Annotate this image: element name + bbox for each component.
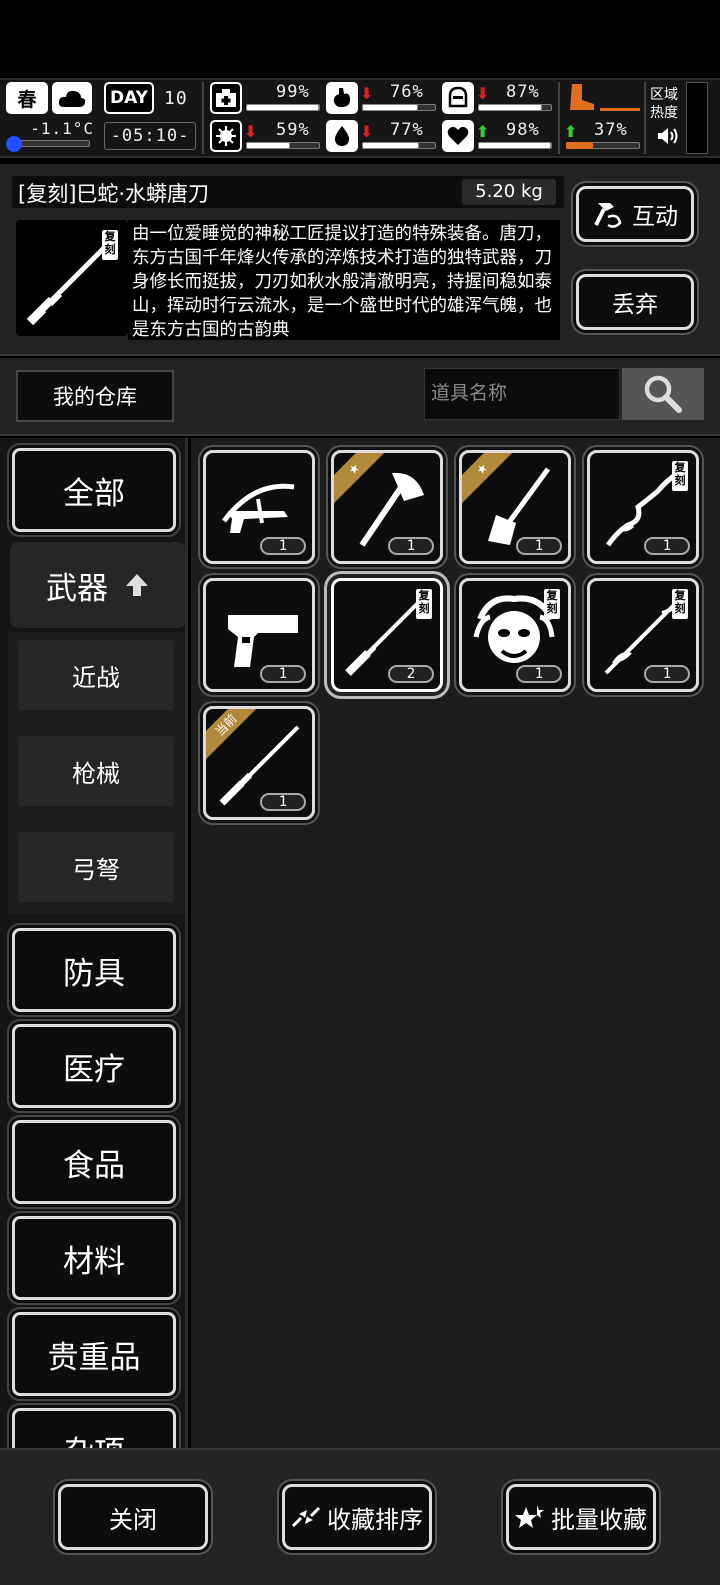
item-preview: 复刻: [16, 220, 128, 336]
virus-bar: [246, 142, 290, 149]
item-count: 1: [260, 537, 306, 555]
health-bar: [246, 104, 319, 111]
heat-meter: [686, 82, 708, 154]
hunger-trend-icon: ⬇: [360, 84, 374, 103]
item-info-panel: [复刻]巳蛇·水蟒唐刀 5.20 kg 复刻 由一位爱睡觉的神秘工匠提议打造的特…: [0, 164, 720, 356]
item-tag: 复刻: [672, 461, 688, 491]
heart-bar: [478, 142, 551, 149]
category-medical[interactable]: 医疗: [12, 1024, 176, 1108]
cloud-icon: [52, 82, 92, 114]
virus-value: 59%: [276, 120, 310, 140]
stamina-bar: [566, 142, 593, 149]
item-description-box[interactable]: 由一位爱睡觉的神秘工匠提议打造的特殊装备。唐刀，东方古国千年烽火传承的淬炼技术打…: [128, 220, 560, 340]
heart-value: 98%: [506, 120, 540, 140]
category-all[interactable]: 全部: [12, 448, 176, 532]
stamina-trend-icon: ⬆: [564, 122, 578, 141]
health-value: 99%: [276, 82, 310, 102]
category-weapons[interactable]: 武器: [10, 542, 185, 628]
batch-favorite-button[interactable]: 批量收藏: [506, 1484, 656, 1550]
item-slot-serpent-blade[interactable]: 复刻 1: [587, 450, 699, 564]
health-icon: [210, 82, 242, 114]
armor-trend-icon: ⬇: [476, 84, 490, 103]
category-valuables[interactable]: 贵重品: [12, 1312, 176, 1396]
speaker-icon[interactable]: [656, 126, 680, 150]
item-description: 由一位爱睡觉的神秘工匠提议打造的特殊装备。唐刀，东方古国千年烽火传承的淬炼技术打…: [132, 224, 552, 340]
thirst-trend-icon: ⬇: [360, 122, 374, 141]
category-materials[interactable]: 材料: [12, 1216, 176, 1300]
item-slot-desert-eagle[interactable]: 1: [203, 578, 315, 692]
item-count: 1: [516, 665, 562, 683]
item-count: 1: [388, 537, 434, 555]
close-button[interactable]: 关闭: [58, 1484, 208, 1550]
stars-icon: [515, 1505, 544, 1528]
sort-arrows-icon: [291, 1506, 321, 1528]
warehouse-header: 我的仓库: [0, 358, 720, 436]
search-icon: [644, 375, 682, 413]
item-tag: 复刻: [544, 589, 560, 619]
virus-trend-icon: ⬇: [244, 122, 258, 141]
category-food[interactable]: 食品: [12, 1120, 176, 1204]
item-count: 1: [516, 537, 562, 555]
item-slot-medusa-mask[interactable]: 复刻 1: [459, 578, 571, 692]
season-label: 春: [6, 82, 48, 114]
region-heat-label: 区域热度: [650, 87, 678, 121]
item-count: 2: [388, 665, 434, 683]
thermometer-icon: [6, 136, 22, 152]
day-box: DAY 10: [104, 82, 188, 114]
item-slot-crossbow[interactable]: 1: [203, 450, 315, 564]
day-label: DAY: [104, 82, 154, 114]
season-box: 春: [6, 82, 48, 114]
item-slot-shovel[interactable]: ★ 1: [459, 450, 571, 564]
boot-icon: [566, 82, 596, 114]
up-arrow-icon: [126, 574, 148, 596]
discard-button[interactable]: 丢弃: [576, 274, 694, 330]
category-panel: 全部 武器 近战 枪械 弓弩 防具 医疗 食品 材料 贵重品 杂项: [0, 438, 188, 1448]
stamina-value: 37%: [594, 120, 628, 140]
item-slot-serpent-staff[interactable]: 复刻 1: [587, 578, 699, 692]
temperature: -1.1°C: [30, 118, 94, 138]
category-armor[interactable]: 防具: [12, 928, 176, 1012]
item-slot-tang-dao[interactable]: 复刻 2: [331, 578, 443, 692]
hunger-value: 76%: [390, 82, 424, 102]
helmet-icon: [442, 82, 474, 114]
item-count: 1: [260, 793, 306, 811]
hunger-bar: [362, 104, 418, 111]
heart-trend-icon: ⬆: [476, 122, 490, 141]
item-title-bar: [复刻]巳蛇·水蟒唐刀 5.20 kg: [12, 176, 564, 208]
item-count: 1: [644, 665, 690, 683]
hammer-icon: [594, 203, 622, 228]
day-number: 10: [164, 87, 188, 109]
heart-icon: [442, 120, 474, 152]
item-slot-axe[interactable]: ★ 1: [331, 450, 443, 564]
item-tag: 复刻: [672, 589, 688, 619]
item-weight: 5.20 kg: [462, 179, 556, 205]
item-tag: 复刻: [416, 589, 432, 619]
item-count: 1: [644, 537, 690, 555]
search-input[interactable]: [424, 368, 620, 420]
item-count: 1: [260, 665, 306, 683]
item-slot-katana[interactable]: 当前 1: [203, 706, 315, 820]
item-title: [复刻]巳蛇·水蟒唐刀: [18, 182, 210, 206]
water-drop-icon: [326, 120, 358, 152]
armor-value: 87%: [506, 82, 540, 102]
stomach-icon: [326, 82, 358, 114]
subcategory-bows[interactable]: 弓弩: [18, 832, 174, 902]
clock: -05:10-: [104, 122, 196, 150]
category-misc[interactable]: 杂项: [12, 1408, 176, 1448]
item-tag: 复刻: [102, 230, 118, 260]
thirst-value: 77%: [390, 120, 424, 140]
warehouse-title: 我的仓库: [16, 370, 174, 422]
armor-bar: [478, 104, 542, 111]
search-button[interactable]: [622, 368, 704, 420]
thirst-bar: [362, 142, 419, 149]
subcategory-melee[interactable]: 近战: [18, 640, 174, 710]
bottom-bar: 关闭 收藏排序 批量收藏: [0, 1448, 720, 1585]
virus-icon: [210, 120, 242, 152]
interact-button[interactable]: 互动: [576, 186, 694, 242]
status-bar: 春 -1.1°C DAY 10 -05:10- 99% ⬇ 76% ⬇ 87%: [0, 78, 720, 158]
subcategory-firearms[interactable]: 枪械: [18, 736, 174, 806]
favorite-sort-button[interactable]: 收藏排序: [282, 1484, 432, 1550]
item-grid: 1 ★ 1 ★ 1 复刻 1 1 复刻 2 复刻 1 复刻 1 当前 1: [191, 438, 720, 1448]
